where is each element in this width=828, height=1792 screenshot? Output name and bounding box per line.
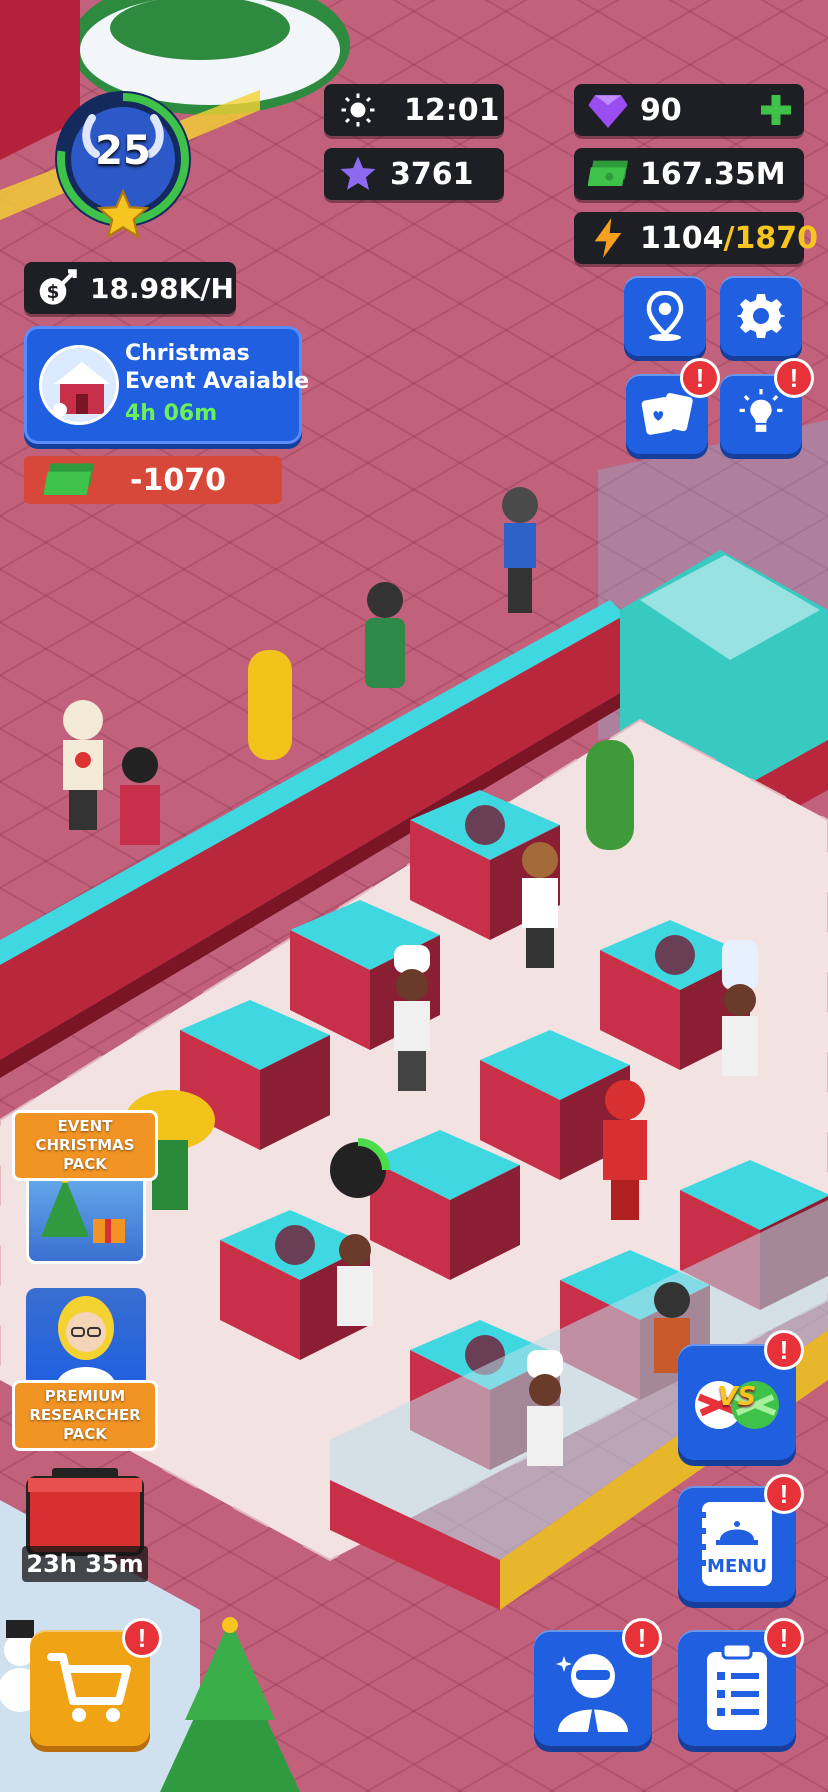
event-title-line2: Event Avaiable	[125, 369, 310, 394]
cards-alert-badge: !	[680, 358, 720, 398]
location-pin-icon	[646, 291, 684, 341]
cards-icon	[641, 393, 693, 435]
menu-alert-badge: !	[764, 1474, 804, 1514]
settings-button[interactable]	[720, 276, 802, 356]
chest-icon	[26, 1468, 144, 1556]
manager-icon	[556, 1654, 628, 1732]
gems-display[interactable]: 90	[574, 84, 804, 136]
cash-icon	[588, 154, 628, 194]
lightbulb-icon	[739, 389, 783, 432]
alert-mark: !	[695, 362, 705, 393]
clipboard-icon	[707, 1642, 767, 1730]
christmas-event-banner[interactable]: Christmas Event Avaiable 4h 06m	[24, 326, 309, 444]
time-value: 12:01	[404, 92, 500, 128]
energy-max: /1870	[723, 220, 818, 256]
tips-alert-badge: !	[774, 358, 814, 398]
energy-current: 1104	[640, 220, 724, 256]
plus-icon[interactable]	[758, 92, 794, 128]
level-number: 25	[95, 128, 151, 174]
cash-value: 167.35M	[640, 156, 786, 192]
tasks-alert-badge: !	[764, 1618, 804, 1658]
money-bag-icon: $	[38, 268, 78, 308]
energy-display: 1104 /1870	[574, 212, 818, 264]
event-timer: 4h 06m	[125, 401, 218, 426]
alert-mark: !	[789, 362, 799, 393]
time-display: 12:01	[324, 84, 504, 136]
svg-text:$: $	[47, 282, 60, 303]
stars-display: 3761	[324, 148, 504, 200]
menu-label: MENU	[707, 1556, 767, 1577]
cash-display: 167.35M	[574, 148, 804, 200]
alert-mark: !	[779, 1622, 789, 1653]
star-icon	[338, 154, 378, 194]
vs-label: VS	[717, 1382, 757, 1412]
cash-icon	[43, 463, 94, 497]
gear-icon	[737, 294, 785, 338]
chest-timer: 23h 35m	[22, 1546, 148, 1582]
alert-mark: !	[637, 1622, 647, 1653]
cooking-progress-ring	[330, 1138, 390, 1198]
versus-alert-badge: !	[764, 1330, 804, 1370]
income-rate-display: $ 18.98K/H	[24, 262, 236, 314]
event-house-icon	[39, 345, 119, 425]
gems-value: 90	[640, 92, 682, 128]
cart-icon	[47, 1653, 131, 1722]
menu-book-icon	[696, 1502, 772, 1586]
researcher-pack-label: PREMIUM RESEARCHER PACK	[12, 1380, 158, 1451]
stars-value: 3761	[390, 156, 474, 192]
income-rate-value: 18.98K/H	[90, 271, 234, 305]
sun-icon	[338, 90, 378, 130]
cash-change-display: -1070	[24, 456, 282, 504]
alert-mark: !	[779, 1334, 789, 1365]
gem-icon	[588, 90, 628, 130]
manager-alert-badge: !	[622, 1618, 662, 1658]
alert-mark: !	[137, 1622, 147, 1653]
shop-alert-badge: !	[122, 1618, 162, 1658]
timed-chest[interactable]: 23h 35m	[22, 1466, 148, 1584]
event-pack-label: EVENT CHRISTMAS PACK	[12, 1110, 158, 1181]
level-badge[interactable]: 25	[52, 88, 194, 239]
alert-mark: !	[779, 1478, 789, 1509]
cash-change-value: -1070	[130, 462, 226, 498]
event-title-line1: Christmas	[125, 341, 250, 366]
star-icon	[96, 188, 150, 239]
lightning-icon	[588, 218, 628, 258]
premium-researcher-pack[interactable]: PREMIUM RESEARCHER PACK	[12, 1288, 158, 1451]
researcher-image	[26, 1288, 146, 1388]
map-button[interactable]	[624, 276, 706, 356]
event-christmas-pack[interactable]: EVENT CHRISTMAS PACK	[12, 1110, 158, 1266]
